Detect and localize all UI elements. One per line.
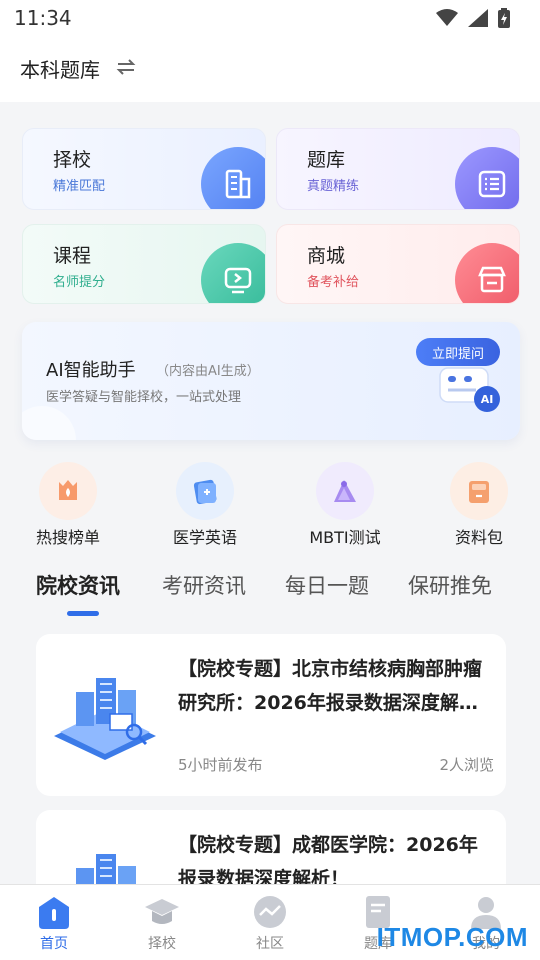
bank-switch-title[interactable]: 本科题库 [20,54,100,83]
card-title: 课程 [53,245,92,267]
watermark: ITMOP.COM [376,922,528,952]
card-subtitle: 真题精练 [307,179,360,194]
graduation-cap-icon [143,893,181,931]
card-question-bank[interactable]: 题库 真题精练 [276,128,520,210]
swap-icon[interactable] [116,58,136,76]
ai-note: （内容由AI生成） [156,364,260,379]
ai-badge: AI [474,386,500,412]
book-icon [176,462,234,520]
status-time: 11:34 [14,6,72,30]
news-title: 【院校专题】北京市结核病胸部肿瘤研究所：2026年报录数据深度解析！ [178,658,483,714]
community-icon [251,893,289,931]
nav-label: 社区 [256,936,284,952]
ai-assistant-card[interactable]: AI智能助手 （内容由AI生成） 医学答疑与智能择校，一站式处理 立即提问 AI [22,322,520,440]
card-subtitle: 精准匹配 [53,179,106,194]
signal-icon [468,9,488,27]
nav-home[interactable]: 首页 [9,893,99,953]
nav-label: 择校 [148,936,176,952]
ai-chat-icon: AI [438,362,500,412]
card-title: 题库 [307,149,346,171]
card-title: 商城 [307,245,346,267]
home-icon [35,893,73,931]
news-item[interactable]: 【院校专题】北京市结核病胸部肿瘤研究所：2026年报录数据深度解析！ 5小时前发… [36,634,506,796]
nav-community[interactable]: 社区 [225,893,315,953]
status-bar: 11:34 [0,0,540,36]
mbti-icon [316,462,374,520]
quick-label: 医学英语 [172,528,237,547]
status-icons [436,8,510,28]
card-title: 择校 [53,149,92,171]
folder-icon [450,462,508,520]
video-icon [201,243,265,303]
ai-title: AI智能助手 [46,360,136,381]
active-tab-indicator [67,611,99,616]
nav-school[interactable]: 择校 [117,893,207,953]
list-icon [455,147,519,209]
flame-icon [39,462,97,520]
card-subtitle: 名师提分 [53,275,106,290]
news-views: 2人浏览 [439,756,494,774]
tab-recommend[interactable]: 保研推免 [408,570,492,600]
card-courses[interactable]: 课程 名师提分 [22,224,266,304]
card-shop[interactable]: 商城 备考补给 [276,224,520,304]
store-icon [455,243,519,303]
quick-medical-english[interactable]: 医学英语 [150,462,260,548]
battery-icon [498,8,510,28]
news-tabs: 院校资讯 考研资讯 每日一题 保研推免 [0,568,540,618]
tab-daily-question[interactable]: 每日一题 [285,570,369,600]
ai-description: 医学答疑与智能择校，一站式处理 [46,390,242,405]
quick-hot-search[interactable]: 热搜榜单 [13,462,123,548]
quick-mbti-test[interactable]: MBTI测试 [290,462,400,548]
campus-illustration [54,678,156,760]
top-header: 本科题库 [0,36,540,102]
quick-materials[interactable]: 资料包 [424,462,534,548]
card-school-select[interactable]: 择校 精准匹配 [22,128,266,210]
quick-label: 热搜榜单 [35,528,100,547]
quick-label: 资料包 [454,528,503,547]
quick-label: MBTI测试 [309,528,381,547]
wifi-icon [436,9,458,26]
building-icon [201,147,265,209]
tab-exam-news[interactable]: 考研资讯 [162,570,246,600]
tab-school-news[interactable]: 院校资讯 [36,570,120,600]
nav-label: 首页 [40,936,68,952]
news-time: 5小时前发布 [178,756,263,774]
card-subtitle: 备考补给 [307,275,360,290]
decor-circle [22,406,76,440]
